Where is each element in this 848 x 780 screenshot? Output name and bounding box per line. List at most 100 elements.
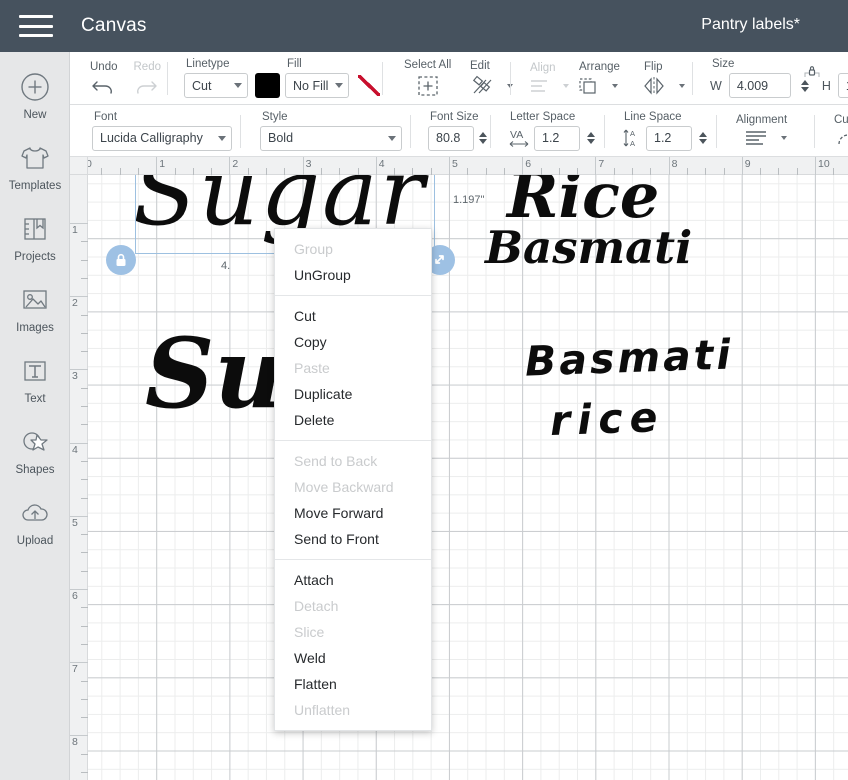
menu-item-send-to-front[interactable]: Send to Front	[275, 526, 431, 552]
rice-brush-text[interactable]: rice	[549, 393, 665, 445]
chevron-down-icon[interactable]	[679, 83, 685, 88]
sidebar-item-shapes[interactable]: Shapes	[0, 421, 70, 492]
sidebar-item-upload[interactable]: Upload	[0, 492, 70, 563]
menu-item-delete[interactable]: Delete	[275, 407, 431, 433]
ruler-tick-minor	[81, 570, 88, 572]
ruler-tick-major	[741, 157, 743, 175]
menu-item-weld[interactable]: Weld	[275, 645, 431, 671]
cricut-design-space-window: Canvas Pantry labels* New Templates Proj…	[0, 0, 848, 780]
width-input[interactable]: 4.009	[728, 73, 791, 98]
menu-item-move-forward[interactable]: Move Forward	[275, 500, 431, 526]
ruler-label-v: 7	[72, 663, 78, 676]
sidebar-item-templates[interactable]: Templates	[0, 137, 70, 208]
page-title: Canvas	[81, 15, 147, 36]
ruler-tick-minor	[339, 168, 341, 175]
redo-button[interactable]: Redo	[132, 61, 161, 96]
menu-item-ungroup[interactable]: UnGroup	[275, 262, 431, 288]
selection-width-label: 4.	[221, 260, 231, 272]
text-T-icon	[21, 350, 49, 392]
style-label: Style	[262, 110, 288, 123]
divider	[167, 62, 168, 95]
font-group: Font Lucida Calligraphy	[82, 105, 242, 156]
fill-select[interactable]: No Fill	[285, 73, 349, 98]
chevron-down-icon	[218, 135, 226, 141]
svg-text:VA: VA	[510, 129, 523, 141]
curve-group[interactable]: Curve	[822, 105, 848, 156]
lock-handle[interactable]	[106, 245, 136, 275]
ruler-tick-major	[449, 157, 450, 175]
ruler-tick-minor	[81, 332, 88, 334]
select-all-group[interactable]: Select All	[392, 52, 461, 104]
menu-item-duplicate[interactable]: Duplicate	[275, 381, 431, 407]
font-size-stepper[interactable]	[479, 132, 487, 144]
menu-item-slice: Slice	[294, 624, 325, 640]
width-value: 4.009	[736, 78, 769, 93]
hamburger-icon[interactable]	[19, 15, 53, 37]
shapes-star-icon	[20, 421, 50, 463]
ruler-label-h: 10	[818, 158, 830, 170]
sidebar-item-projects[interactable]: Projects	[0, 208, 70, 279]
divider	[240, 115, 241, 148]
project-title[interactable]: Pantry labels*	[701, 16, 800, 34]
ruler-tick-minor	[412, 168, 414, 175]
design-canvas[interactable]: Sugar Rice Basmati Su Basmati rice 4. 1.…	[70, 157, 848, 780]
ruler-tick-minor	[540, 168, 542, 175]
sidebar-label-projects: Projects	[14, 251, 56, 263]
arrange-group[interactable]: Arrange	[567, 52, 630, 104]
font-select[interactable]: Lucida Calligraphy	[92, 125, 232, 151]
context-menu[interactable]: Group UnGroup Cut Copy Paste Duplicate Delete S…	[274, 228, 432, 731]
horizontal-ruler[interactable]: 0 1 2 3 4 5 6 7 8 9 10	[70, 157, 848, 175]
ruler-tick-minor	[211, 168, 213, 175]
lock-aspect-ratio-icon[interactable]	[804, 65, 820, 84]
alignment-group[interactable]: Alignment	[724, 105, 797, 156]
svg-text:A: A	[630, 129, 635, 138]
divider	[814, 115, 815, 148]
ruler-tick-major	[302, 157, 304, 175]
sidebar-item-text[interactable]: Text	[0, 350, 70, 421]
flip-group[interactable]: Flip	[632, 52, 695, 104]
ruler-label-h: 9	[744, 158, 751, 170]
ruler-tick-minor	[266, 168, 267, 175]
align-label: Align	[530, 61, 556, 74]
chevron-down-icon[interactable]	[612, 83, 618, 88]
line-space-stepper[interactable]	[699, 132, 707, 144]
menu-item-attach[interactable]: Attach	[275, 567, 431, 593]
undo-button[interactable]: Undo	[88, 61, 118, 96]
undo-redo-group: Undo Redo	[78, 52, 171, 104]
letter-space-stepper[interactable]	[587, 132, 595, 144]
height-input[interactable]: 1.197	[837, 73, 848, 98]
basmati-serif-text[interactable]: Basmati	[485, 221, 692, 274]
line-space-input[interactable]: 1.2	[646, 125, 692, 151]
menu-separator	[275, 440, 431, 441]
edit-group[interactable]: Edit	[458, 52, 523, 104]
ruler-label-v: 1	[72, 224, 78, 236]
style-select[interactable]: Bold	[260, 125, 402, 151]
vertical-ruler[interactable]: 123456789	[70, 157, 88, 780]
align-icon	[528, 77, 550, 95]
ruler-tick-minor	[81, 424, 88, 426]
divider	[692, 62, 693, 95]
letter-space-value: 1.2	[542, 131, 560, 145]
chevron-down-icon[interactable]	[781, 136, 787, 140]
flip-label: Flip	[644, 60, 663, 73]
sidebar-item-images[interactable]: Images	[0, 279, 70, 350]
sidebar-item-new[interactable]: New	[0, 66, 70, 137]
no-fill-slash-icon[interactable]	[356, 73, 382, 98]
plus-circle-icon	[20, 66, 50, 108]
ruler-tick-minor	[394, 168, 396, 175]
font-size-input[interactable]: 80.8	[428, 125, 474, 151]
menu-item-copy[interactable]: Copy	[275, 329, 431, 355]
edit-label: Edit	[470, 59, 490, 72]
ruler-tick-minor	[357, 168, 359, 175]
menu-item-cut[interactable]: Cut	[275, 303, 431, 329]
alignment-icon	[744, 129, 768, 147]
ruler-tick-major	[668, 157, 670, 175]
letter-space-input[interactable]: 1.2	[534, 125, 580, 151]
basmati-brush-text[interactable]: Basmati	[524, 330, 734, 385]
curve-icon	[836, 129, 848, 147]
menu-item-flatten[interactable]: Flatten	[275, 671, 431, 697]
ruler-tick-minor	[81, 479, 88, 481]
sugar-script-text[interactable]: Su	[145, 317, 284, 430]
linetype-select[interactable]: Cut	[184, 73, 248, 98]
menu-separator	[275, 559, 431, 560]
